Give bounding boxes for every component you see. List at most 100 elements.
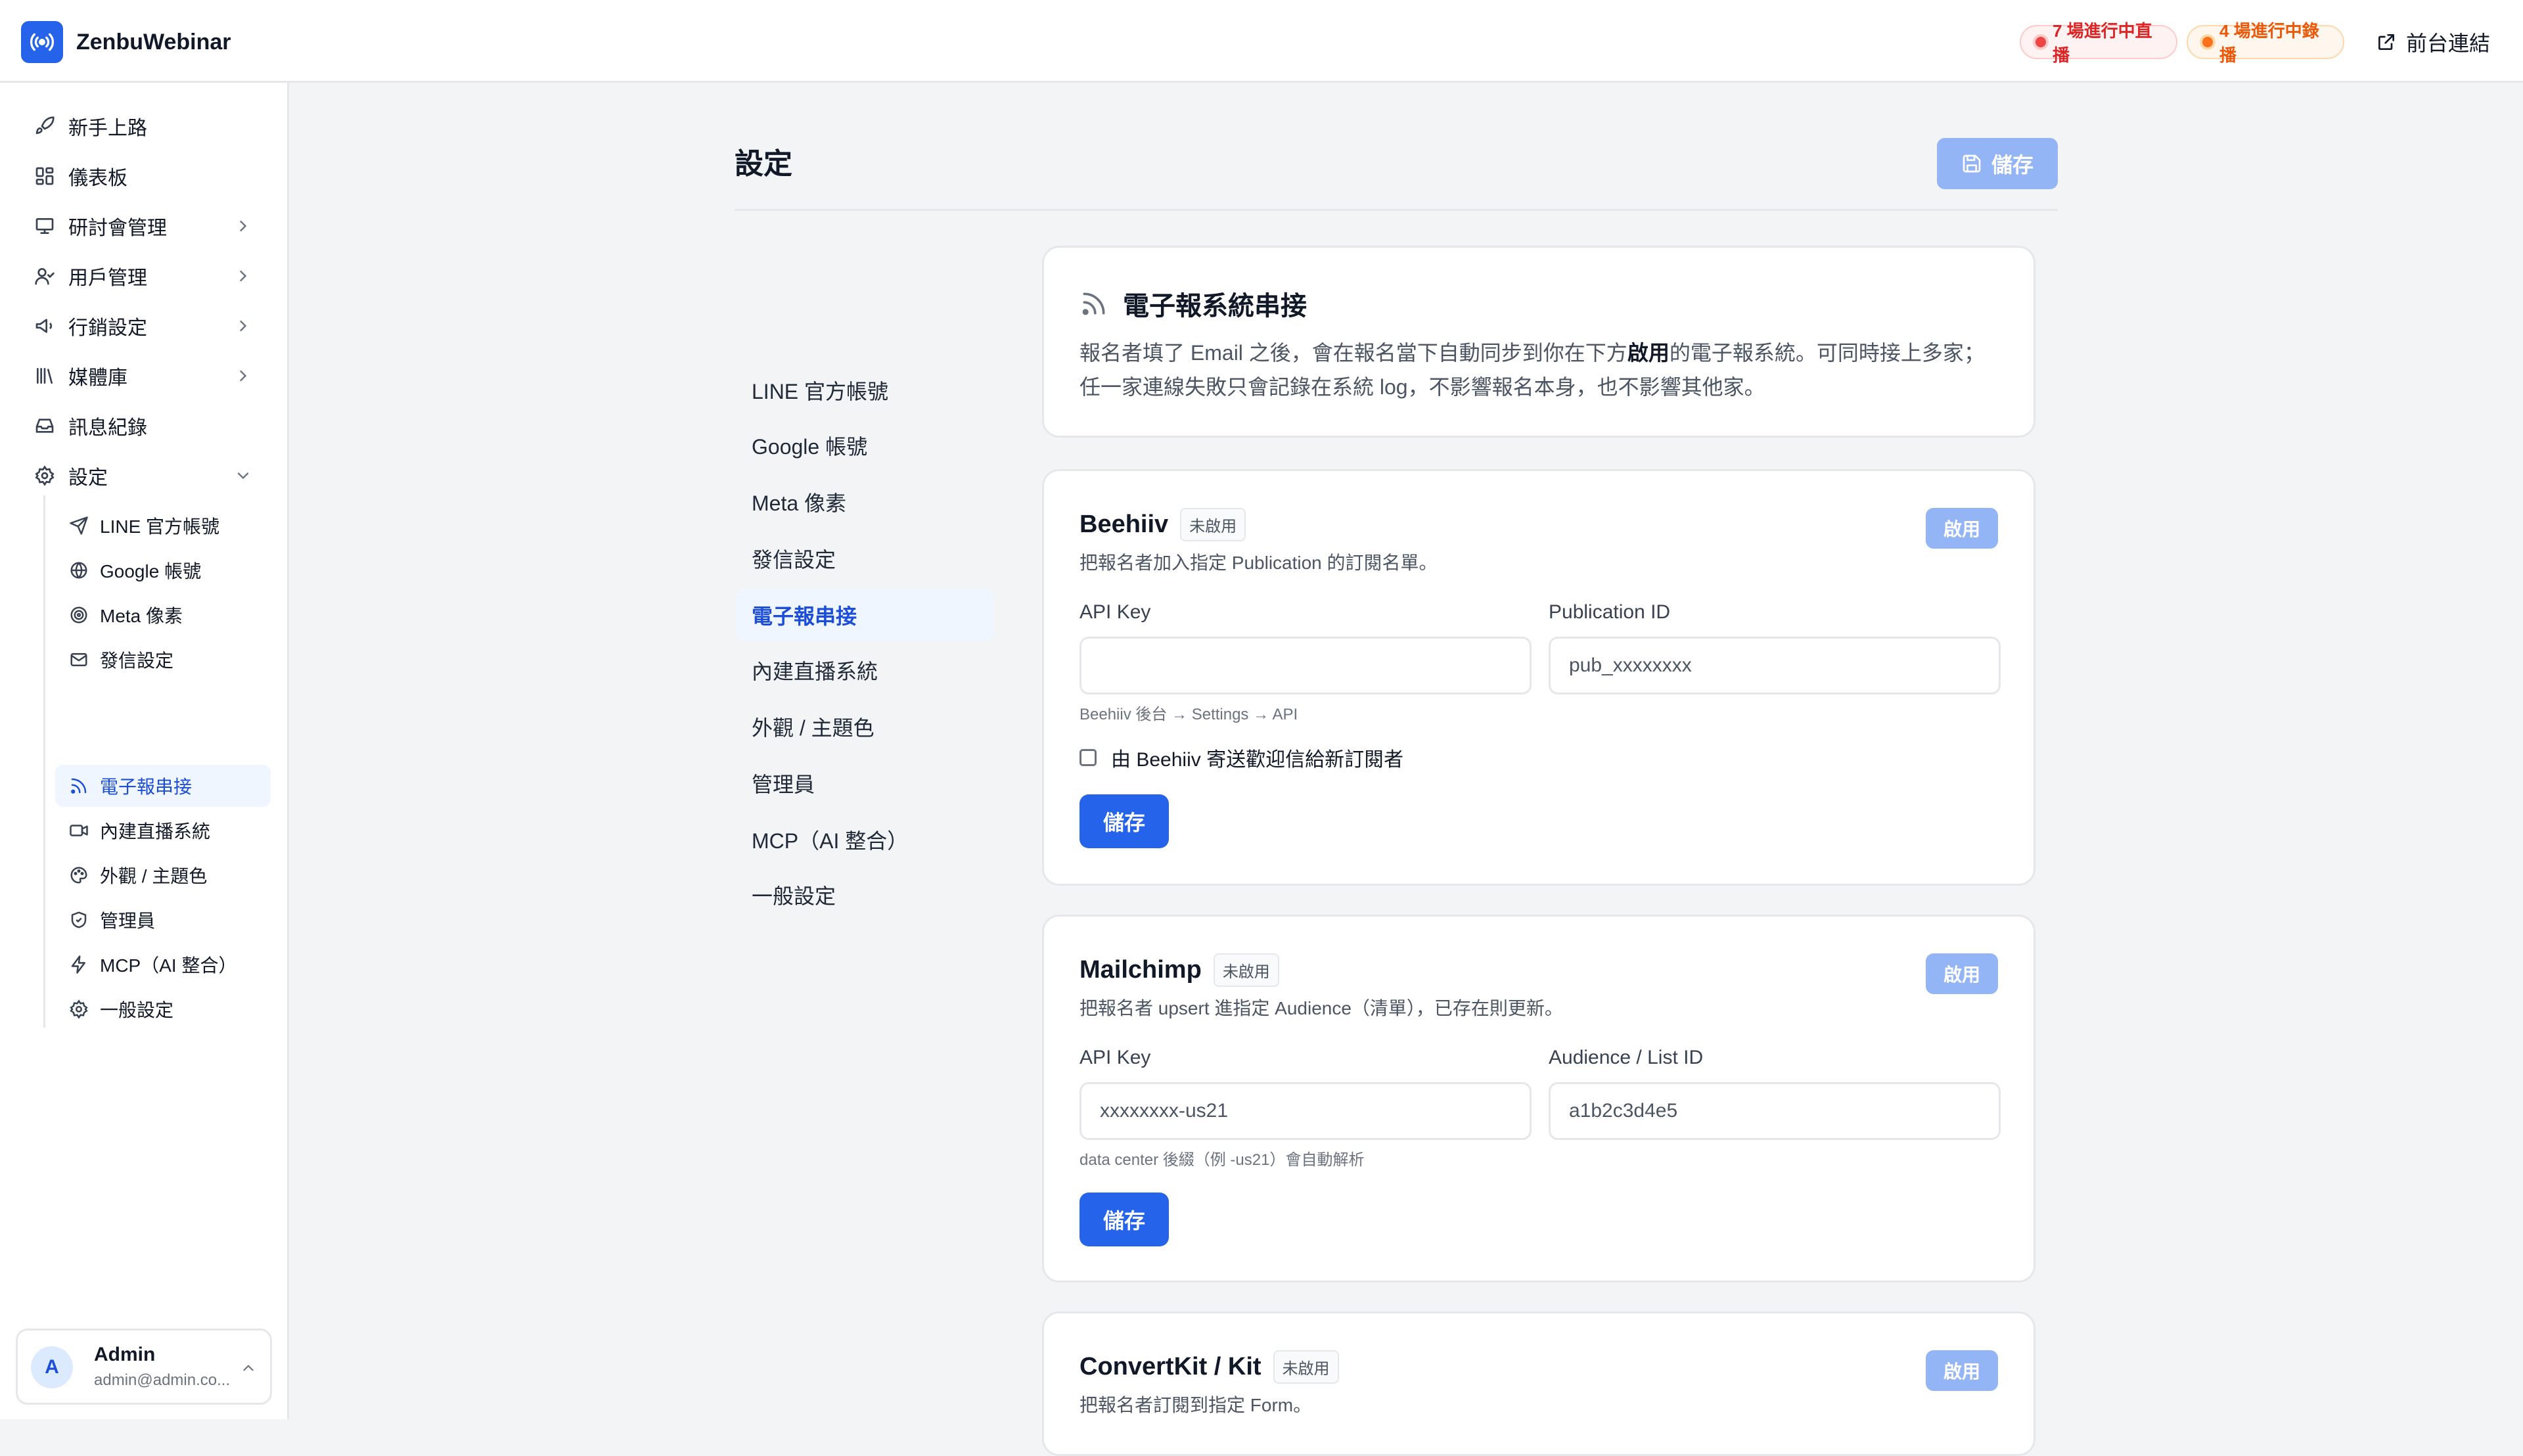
sidebar-item-dashboard[interactable]: 儀表板 [32,158,263,194]
status-badge: 未啟用 [1273,1350,1339,1384]
title-divider [735,209,2058,211]
sidebar-item-user-management[interactable]: 用戶管理 [32,258,263,294]
presentation-icon [32,213,58,239]
save-button-label: 儲存 [1991,153,2034,177]
sidebar-item-getting-started[interactable]: 新手上路 [32,108,263,145]
sidebar-item-label: 行銷設定 [68,317,147,339]
provider-description: 把報名者訂閱到指定 Form。 [1080,1395,1312,1415]
sidebar-item-webinar-management[interactable]: 研討會管理 [32,208,263,244]
chevron-down-icon [237,472,249,480]
settings-nav-line[interactable]: LINE 官方帳號 [736,364,993,417]
sidebar-subitem-label: LINE 官方帳號 [100,516,220,537]
sidebar-subitem-label: Meta 像素 [100,606,183,626]
chevron-right-icon [240,370,247,382]
status-badge: 未啟用 [1213,953,1279,987]
settings-nav-meta[interactable]: Meta 像素 [736,476,993,528]
save-icon [1963,154,1981,173]
provider-description: 把報名者 upsert 進指定 Audience（清單），已存在則更新。 [1080,998,1563,1018]
api-key-hint: data center 後綴（例 -us21）會自動解析 [1080,1151,1365,1169]
sidebar-item-marketing[interactable]: 行銷設定 [32,307,263,344]
welcome-email-checkbox[interactable] [1080,749,1097,766]
save-button[interactable]: 儲存 [1937,138,2058,189]
sidebar-subitem-label: 電子報串接 [100,777,193,797]
api-key-input[interactable]: xxxxxxxx-us21 [1080,1082,1532,1140]
enable-button[interactable]: 啟用 [1926,953,1998,994]
video-icon [67,819,91,842]
send-icon [67,514,91,537]
audience-id-input[interactable]: a1b2c3d4e5 [1549,1082,2001,1140]
provider-name: Beehiiv 未啟用 [1080,508,1246,541]
provider-description: 把報名者加入指定 Publication 的訂閱名單。 [1080,553,1438,573]
submenu-guide-line [43,495,45,1028]
sidebar-subitem-admins[interactable]: 管理員 [55,899,271,941]
shield-icon [67,908,91,932]
sidebar-subitem-label: 發信設定 [100,650,174,671]
sidebar-item-label: 用戶管理 [68,267,147,289]
settings-nav-appearance[interactable]: 外觀 / 主題色 [736,700,993,753]
sidebar-item-label: 設定 [68,467,108,489]
sidebar-subitem-mcp[interactable]: MCP（AI 整合） [55,944,271,986]
publication-id-label: Publication ID [1549,601,1671,623]
mail-icon [67,648,91,671]
rocket-icon [32,113,58,139]
megaphone-icon [32,313,58,339]
sidebar: 新手上路 儀表板 研討會管理 用戶管理 行銷設定 媒體庫 訊息紀錄 設定 LIN… [0,83,289,1419]
sidebar-subitem-appearance[interactable]: 外觀 / 主題色 [55,854,271,896]
chevron-up-icon [243,1365,254,1371]
sidebar-subitem-label: MCP（AI 整合） [100,955,237,976]
settings-nav-live-system[interactable]: 內建直播系統 [736,644,993,696]
section-title-label: 電子報系統串接 [1123,292,1307,321]
chevron-right-icon [240,320,247,332]
rss-icon [1082,292,1105,315]
sidebar-item-settings[interactable]: 設定 [32,457,263,494]
beehiiv-card: Beehiiv 未啟用 啟用 把報名者加入指定 Publication 的訂閱名… [1042,469,2035,886]
recording-status-badge[interactable]: 4 場進行中錄播 [2187,21,2344,65]
api-key-label: API Key [1080,1047,1151,1068]
sidebar-subitem-label: Google 帳號 [100,561,202,581]
globe-icon [67,558,91,582]
sidebar-item-label: 儀表板 [68,168,127,189]
sidebar-subitem-meta[interactable]: Meta 像素 [55,594,271,636]
broadcast-logo-icon [21,21,63,63]
sidebar-subitem-live-system[interactable]: 內建直播系統 [55,809,271,852]
publication-id-input[interactable]: pub_xxxxxxxx [1549,637,2001,694]
gear-icon [32,463,58,489]
sidebar-item-message-log[interactable]: 訊息紀錄 [32,407,263,444]
sidebar-item-label: 訊息紀錄 [68,417,147,439]
section-description: 報名者填了 Email 之後，會在報名當下自動同步到你在下方啟用的電子報系統。可… [1080,341,1985,399]
settings-nav-admins[interactable]: 管理員 [736,757,993,809]
settings-nav-google[interactable]: Google 帳號 [736,419,993,472]
users-icon [32,263,58,289]
mailchimp-save-button[interactable]: 儲存 [1080,1193,1169,1246]
mailchimp-card: Mailchimp 未啟用 啟用 把報名者 upsert 進指定 Audienc… [1042,915,2035,1283]
sidebar-subitem-newsletter[interactable]: 電子報串接 [55,765,271,807]
front-link[interactable]: 前台連結 [2376,26,2490,58]
user-menu[interactable]: A Admin admin@admin.co... [16,1329,272,1405]
user-email: admin@admin.co... [94,1371,231,1389]
sidebar-subitem-label: 一般設定 [100,1000,174,1020]
inbox-icon [32,413,58,439]
external-link-icon [2378,34,2394,50]
section-title: 電子報系統串接 [1080,284,1307,323]
top-bar: ZenbuWebinar 7 場進行中直播 4 場進行中錄播 前台連結 [0,0,2523,83]
settings-nav-general[interactable]: 一般設定 [736,869,993,921]
settings-nav-newsletter[interactable]: 電子報串接 [736,589,993,641]
sidebar-subitem-google[interactable]: Google 帳號 [55,549,271,591]
rss-icon [67,774,91,798]
sidebar-item-media-library[interactable]: 媒體庫 [32,357,263,394]
enable-button[interactable]: 啟用 [1926,508,1998,549]
sidebar-subitem-mail[interactable]: 發信設定 [55,639,271,681]
api-key-input[interactable] [1080,637,1532,694]
beehiiv-save-button[interactable]: 儲存 [1080,794,1169,848]
sidebar-subitem-line[interactable]: LINE 官方帳號 [55,505,271,547]
provider-name: Mailchimp 未啟用 [1080,953,1279,987]
sidebar-subitem-label: 管理員 [100,911,156,931]
sidebar-subitem-label: 外觀 / 主題色 [100,866,208,886]
enable-button[interactable]: 啟用 [1926,1350,1998,1391]
settings-nav-mcp[interactable]: MCP（AI 整合） [736,813,993,866]
recording-badge-label: 4 場進行中錄播 [2219,21,2319,65]
settings-nav-mail[interactable]: 發信設定 [736,532,993,585]
welcome-email-checkbox-row[interactable]: 由 Beehiiv 寄送歡迎信給新訂閱者 [1080,743,1403,772]
sidebar-subitem-general[interactable]: 一般設定 [55,988,271,1030]
live-status-badge[interactable]: 7 場進行中直播 [2020,21,2177,65]
